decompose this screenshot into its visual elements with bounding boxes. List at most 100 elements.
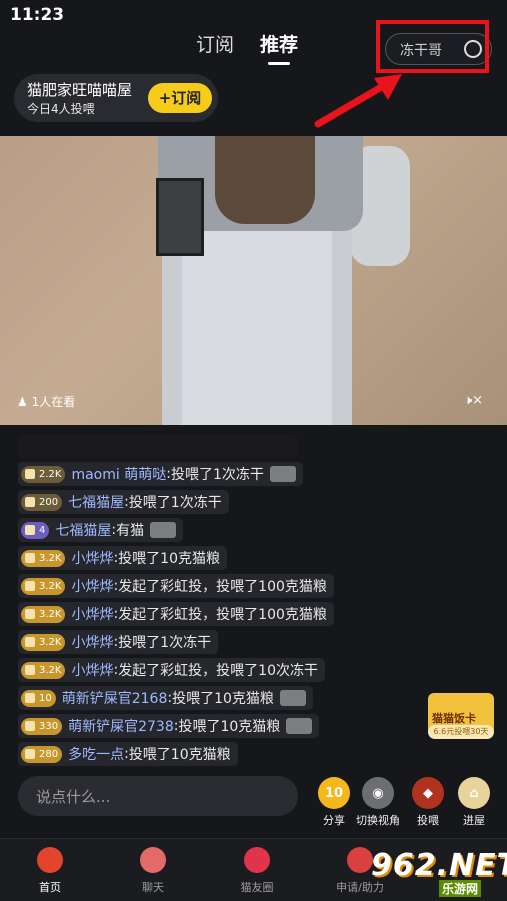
badge-icon bbox=[25, 497, 35, 507]
chat-text: 投喂了10克猫粮 bbox=[172, 691, 274, 707]
badge-icon bbox=[25, 721, 35, 731]
room-name: 猫肥家旺喵喵屋 bbox=[27, 81, 133, 99]
chat-thumbnail[interactable] bbox=[150, 522, 177, 538]
badge-icon bbox=[25, 581, 35, 591]
chat-username[interactable]: 小烨烨 bbox=[71, 576, 113, 596]
chat-username[interactable]: 萌新铲屎官2168 bbox=[62, 688, 168, 708]
home-icon bbox=[37, 847, 63, 873]
chat-message: 10 萌新铲屎官2168: 投喂了10克猫粮 bbox=[18, 686, 313, 710]
chat-username[interactable]: 七福猫屋 bbox=[68, 492, 124, 512]
viewer-count-text: 1人在看 bbox=[31, 395, 76, 409]
chat-thumbnail[interactable] bbox=[269, 466, 296, 482]
chat-row: 3.2K 小烨烨: 发起了彩虹投，投喂了100克猫粮 bbox=[18, 572, 418, 600]
action-house[interactable]: ⌂ 进屋 bbox=[448, 777, 500, 828]
viewer-icon: ♟ bbox=[17, 395, 28, 409]
badge-icon bbox=[25, 637, 35, 647]
level-badge: 280 bbox=[21, 745, 63, 763]
chat-username[interactable]: 小烨烨 bbox=[71, 660, 113, 680]
chat-username[interactable]: 小烨烨 bbox=[71, 548, 113, 568]
level-badge: 200 bbox=[21, 493, 63, 511]
badge-icon bbox=[25, 749, 35, 759]
chat-row: 3.2K 小烨烨: 发起了彩虹投，投喂了100克猫粮 bbox=[18, 600, 418, 628]
status-time: 11:23 bbox=[10, 5, 65, 25]
chat-message: 3.2K 小烨烨: 投喂了10克猫粮 bbox=[18, 546, 228, 570]
level-badge: 2.2K bbox=[21, 465, 66, 483]
chat-text: 发起了彩虹投，投喂了100克猫粮 bbox=[118, 579, 327, 595]
chat-thumbnail[interactable] bbox=[279, 690, 306, 706]
chat-text: 投喂了1次冻干 bbox=[118, 635, 212, 651]
chat-username[interactable]: 萌新铲屎官2738 bbox=[68, 716, 174, 736]
nav-item-3[interactable]: 猫友圈 bbox=[222, 847, 292, 895]
mute-icon[interactable]: 🕨× bbox=[464, 393, 483, 408]
annotation-highlight-box bbox=[376, 20, 489, 73]
annotation-arrow-icon bbox=[314, 74, 402, 128]
level-badge: 10 bbox=[21, 689, 56, 707]
chat-username[interactable]: 小烨烨 bbox=[71, 632, 113, 652]
feeder-tray-inner bbox=[182, 231, 332, 425]
chat-username[interactable]: 多吃一点 bbox=[68, 744, 124, 764]
badge-value: 10 bbox=[39, 692, 52, 704]
chat-message: 3.2K 小烨烨: 发起了彩虹投，投喂了10次冻干 bbox=[18, 658, 326, 682]
watermark-logo: 962.NET 乐游网 bbox=[365, 846, 507, 898]
chat-message: 280 多吃一点: 投喂了10克猫粮 bbox=[18, 742, 238, 766]
badge-value: 3.2K bbox=[39, 664, 62, 676]
badge-icon bbox=[25, 469, 35, 479]
tab-subscribed[interactable]: 订阅 bbox=[196, 30, 234, 65]
badge-icon bbox=[25, 665, 35, 675]
live-video[interactable]: ♟ 1人在看 🕨× bbox=[0, 136, 507, 425]
level-badge: 3.2K bbox=[21, 577, 66, 595]
meal-card-price: 6.6元投喂30天 bbox=[428, 725, 494, 739]
level-badge: 3.2K bbox=[21, 549, 66, 567]
chat-row: 3.2K 小烨烨: 投喂了1次冻干 bbox=[18, 628, 418, 656]
chat-text: 发起了彩虹投，投喂了100克猫粮 bbox=[118, 607, 327, 623]
viewer-count: ♟ 1人在看 bbox=[17, 393, 75, 410]
chat-message: 2.2K maomi 萌萌哒: 投喂了1次冻干 bbox=[18, 462, 303, 486]
chat-input[interactable]: 说点什么... bbox=[18, 776, 298, 816]
chat-text: 投喂了10克猫粮 bbox=[178, 719, 281, 735]
badge-value: 4 bbox=[39, 524, 46, 536]
feeder-bowl bbox=[156, 178, 204, 256]
chat-text: 有猫 bbox=[116, 523, 145, 539]
top-tabs: 订阅 推荐 bbox=[196, 30, 298, 65]
action-camera-switch[interactable]: ◉ 切换视角 bbox=[352, 777, 404, 828]
level-badge: 3.2K bbox=[21, 633, 66, 651]
tab-recommended[interactable]: 推荐 bbox=[260, 30, 298, 65]
chat-text: 投喂了1次冻干 bbox=[170, 467, 264, 483]
subscribe-button[interactable]: +订阅 bbox=[148, 83, 212, 113]
badge-icon bbox=[25, 609, 35, 619]
level-badge: 330 bbox=[21, 717, 63, 735]
watermark-number: 962.NET bbox=[371, 848, 507, 883]
chat-text: 投喂了1次冻干 bbox=[128, 495, 222, 511]
badge-icon bbox=[25, 693, 35, 703]
action-label: 投喂 bbox=[417, 814, 439, 827]
chat-username[interactable]: maomi 萌萌哒 bbox=[71, 464, 166, 484]
action-label: 进屋 bbox=[463, 814, 485, 827]
chat-row: 330 萌新铲屎官2738: 投喂了10克猫粮 bbox=[18, 712, 418, 740]
nav-item-2[interactable]: 聊天 bbox=[118, 847, 188, 895]
nav-label: 猫友圈 bbox=[240, 881, 274, 894]
chat-text: 投喂了10克猫粮 bbox=[118, 551, 221, 567]
badge-value: 3.2K bbox=[39, 608, 62, 620]
chat-message: 330 萌新铲屎官2738: 投喂了10克猫粮 bbox=[18, 714, 320, 738]
watermark-text: 乐游网 bbox=[439, 880, 482, 897]
nav-label: 聊天 bbox=[142, 881, 164, 894]
nav-item-1[interactable]: 首页 bbox=[15, 847, 85, 895]
badge-value: 330 bbox=[39, 720, 59, 732]
chat-message: 3.2K 小烨烨: 发起了彩虹投，投喂了100克猫粮 bbox=[18, 602, 334, 626]
chat-username[interactable]: 七福猫屋 bbox=[55, 520, 111, 540]
badge-value: 3.2K bbox=[39, 636, 62, 648]
chat-row: 200 七福猫屋: 投喂了1次冻干 bbox=[18, 488, 418, 516]
badge-icon bbox=[25, 553, 35, 563]
house-icon: ⌂ bbox=[458, 777, 490, 809]
action-label: 切换视角 bbox=[356, 814, 400, 827]
chat-username[interactable]: 小烨烨 bbox=[71, 604, 113, 624]
level-badge: 3.2K bbox=[21, 661, 66, 679]
cat-food bbox=[215, 136, 315, 224]
badge-icon bbox=[25, 525, 35, 535]
meal-card-promo[interactable]: 猫猫饭卡 6.6元投喂30天 bbox=[428, 689, 494, 739]
chat-thumbnail[interactable] bbox=[286, 718, 313, 734]
room-info[interactable]: 猫肥家旺喵喵屋 今日4人投喂 +订阅 bbox=[14, 74, 218, 122]
badge-value: 3.2K bbox=[39, 552, 62, 564]
level-badge: 4 bbox=[21, 521, 50, 539]
action-feed[interactable]: ◆ 投喂 bbox=[402, 777, 454, 828]
